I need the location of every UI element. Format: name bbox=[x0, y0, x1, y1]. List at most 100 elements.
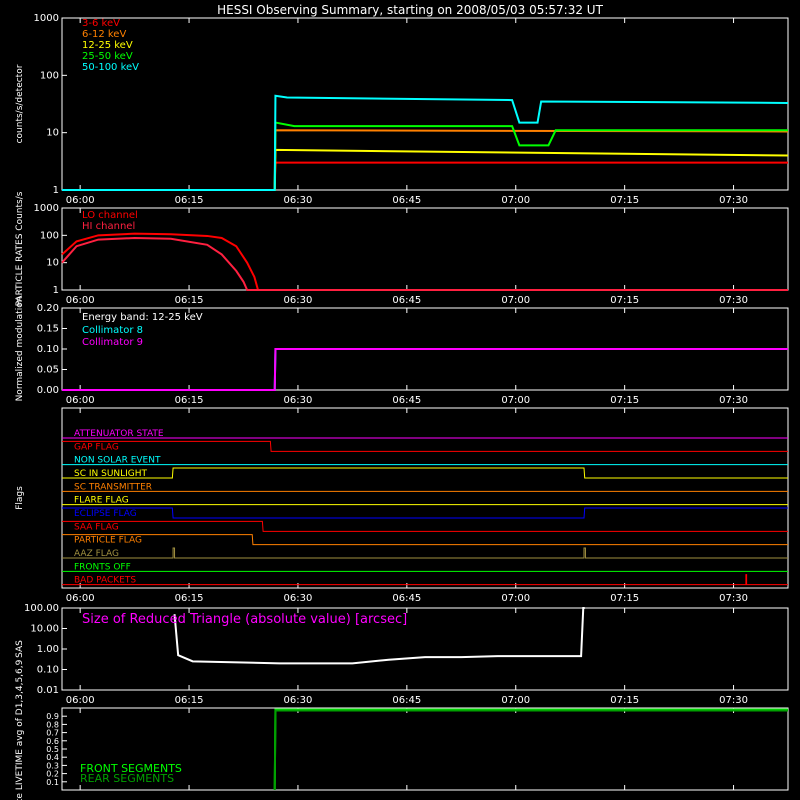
y-tick-label: 100.00 bbox=[24, 603, 59, 614]
y-axis-label: Normalized modulation bbox=[15, 297, 25, 402]
x-tick-label: 07:00 bbox=[501, 395, 530, 406]
y-tick-label: 0.05 bbox=[37, 365, 59, 376]
legend-entry: Collimator 9 bbox=[82, 337, 143, 348]
flag-line bbox=[62, 520, 788, 532]
x-tick-label: 07:15 bbox=[610, 295, 639, 306]
series-line bbox=[62, 121, 788, 191]
flag-label: GAP FLAG bbox=[74, 442, 119, 452]
y-tick-label: 0.7 bbox=[46, 729, 59, 738]
flag-label: AAZ FLAG bbox=[74, 549, 119, 559]
x-tick-label: 06:00 bbox=[66, 395, 95, 406]
legend-entry: 25-50 keV bbox=[82, 51, 133, 62]
x-tick-label: 06:30 bbox=[284, 395, 313, 406]
x-tick-label: 07:00 bbox=[501, 195, 530, 206]
flag-line bbox=[62, 507, 788, 519]
y-tick-label: 1.00 bbox=[37, 644, 59, 655]
x-tick-label: 07:30 bbox=[719, 695, 748, 706]
x-tick-label: 06:30 bbox=[284, 695, 313, 706]
legend-entry: HI channel bbox=[82, 221, 135, 232]
legend-entry: 3-6 keV bbox=[82, 18, 120, 29]
x-tick-label: 06:15 bbox=[175, 295, 204, 306]
x-tick-label: 06:00 bbox=[66, 695, 95, 706]
y-axis-label: PARTICLE RATES Counts/s bbox=[15, 191, 25, 306]
y-tick-label: 1 bbox=[53, 285, 59, 296]
y-tick-label: 0.3 bbox=[46, 761, 59, 770]
x-tick-label: 06:00 bbox=[66, 295, 95, 306]
panel-rates: 06:00 06:15 06:30 06:45 07:00 07:15 07:30 1 10 10… bbox=[15, 13, 789, 206]
x-tick-label: 06:15 bbox=[175, 695, 204, 706]
panel-frame bbox=[61, 207, 789, 291]
y-tick-label: 0.4 bbox=[46, 753, 59, 762]
legend-entry: 12-25 keV bbox=[82, 40, 133, 51]
y-tick-label: 0.6 bbox=[46, 737, 59, 746]
series-line bbox=[273, 708, 788, 791]
y-tick-label: 0.00 bbox=[37, 385, 59, 396]
panel-frame bbox=[61, 17, 789, 191]
panel-particle: 06:00 06:15 06:30 06:45 07:00 07:15 07:30 1 10 10… bbox=[15, 191, 789, 306]
x-tick-label: 06:15 bbox=[175, 593, 204, 604]
y-tick-label: 0.5 bbox=[46, 745, 59, 754]
y-tick-label: 0.10 bbox=[37, 665, 59, 676]
x-tick-label: 06:45 bbox=[392, 195, 421, 206]
y-tick-label: 100 bbox=[40, 230, 59, 241]
flag-label: SC IN SUNLIGHT bbox=[74, 469, 148, 479]
panel-modulation: 06:00 06:15 06:30 06:45 07:00 07:15 07:30 0.00 0… bbox=[15, 297, 789, 406]
y-tick-label: 0.9 bbox=[46, 712, 59, 721]
flag-label: FLARE FLAG bbox=[74, 496, 129, 506]
x-tick-label: 06:45 bbox=[392, 695, 421, 706]
legend-entry: 50-100 keV bbox=[82, 62, 139, 73]
x-tick-label: 07:30 bbox=[719, 395, 748, 406]
x-tick-label: 06:45 bbox=[392, 295, 421, 306]
panels: 06:00 06:15 06:30 06:45 07:00 07:15 07:30 1 10 10… bbox=[15, 13, 789, 800]
legend-entry: LO channel bbox=[82, 210, 138, 221]
x-tick-label: 07:15 bbox=[610, 593, 639, 604]
series-line bbox=[273, 709, 788, 791]
series-line bbox=[62, 129, 789, 191]
x-tick-label: 06:30 bbox=[284, 195, 313, 206]
y-tick-label: 10 bbox=[46, 258, 59, 269]
y-tick-label: 1000 bbox=[34, 13, 59, 24]
y-tick-label: 0.1 bbox=[46, 778, 59, 787]
panel-flags: 06:00 06:15 06:30 06:45 07:00 07:15 07:30 Flags… bbox=[15, 407, 789, 604]
x-tick-label: 06:00 bbox=[66, 593, 95, 604]
flag-label: ATTENUATOR STATE bbox=[74, 429, 164, 439]
chart-title: HESSI Observing Summary, starting on 200… bbox=[217, 3, 603, 17]
y-axis-label: SAS bbox=[15, 640, 25, 658]
panel-frame bbox=[61, 407, 789, 589]
flag-line bbox=[62, 547, 788, 559]
x-tick-label: 07:15 bbox=[610, 395, 639, 406]
y-tick-label: 0.01 bbox=[37, 685, 59, 696]
flag-line bbox=[62, 440, 788, 452]
y-axis-label: Flags bbox=[15, 486, 25, 510]
x-tick-label: 07:15 bbox=[610, 695, 639, 706]
series-line bbox=[62, 161, 788, 191]
legend-entry: Collimator 8 bbox=[82, 325, 143, 336]
x-tick-label: 07:30 bbox=[719, 593, 748, 604]
flag-label: FRONTS OFF bbox=[74, 562, 131, 572]
y-axis-label: Mon. Rate LIVETIME avg of D1,3,4,5,6,9 bbox=[15, 659, 25, 800]
x-tick-label: 07:00 bbox=[501, 593, 530, 604]
series-line bbox=[62, 148, 789, 191]
flag-label: SC TRANSMITTER bbox=[74, 482, 152, 492]
y-tick-label: 0.8 bbox=[46, 720, 59, 729]
series-line bbox=[61, 232, 788, 291]
x-tick-label: 06:45 bbox=[392, 395, 421, 406]
annotation: Size of Reduced Triangle (absolute value… bbox=[82, 612, 407, 627]
x-tick-label: 06:15 bbox=[175, 195, 204, 206]
legend-entry: 6-12 keV bbox=[82, 29, 126, 40]
x-tick-label: 07:00 bbox=[501, 695, 530, 706]
panel-livetime: 0.10.20.30.40.50.60.70.80.9 Mon. Rate LIV… bbox=[15, 659, 789, 800]
x-tick-label: 07:15 bbox=[610, 195, 639, 206]
y-tick-label: 1000 bbox=[34, 203, 59, 214]
x-tick-label: 06:15 bbox=[175, 395, 204, 406]
x-tick-label: 06:30 bbox=[284, 593, 313, 604]
series-line bbox=[62, 348, 788, 391]
y-tick-label: 0.2 bbox=[46, 770, 59, 779]
flag-line bbox=[62, 534, 788, 546]
annotation: Energy band: 12-25 keV bbox=[82, 312, 203, 323]
panel-sas: 06:00 06:15 06:30 06:45 07:00 07:15 07:30 0.01 0… bbox=[15, 603, 789, 706]
y-tick-label: 100 bbox=[40, 70, 59, 81]
flag-label: NON SOLAR EVENT bbox=[74, 456, 161, 466]
y-axis-label: counts/s/detector bbox=[15, 64, 25, 143]
legend-entry: REAR SEGMENTS bbox=[80, 772, 174, 785]
